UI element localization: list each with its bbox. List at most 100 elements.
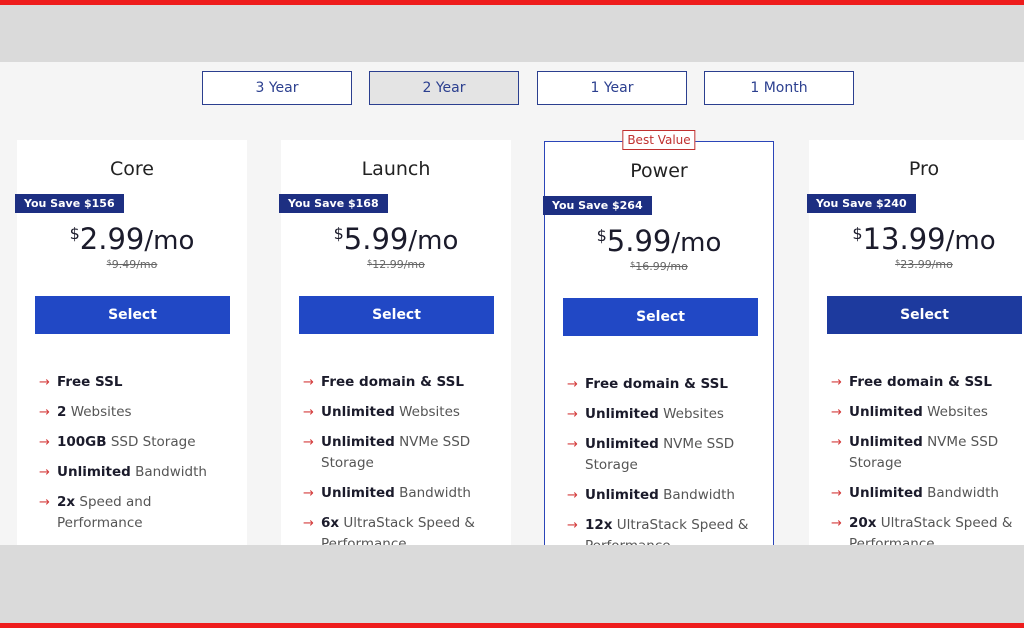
feature-highlight: Unlimited <box>585 436 659 452</box>
feature-highlight: Unlimited <box>849 404 923 420</box>
arrow-right-icon: → <box>303 375 314 390</box>
old-price-value: 16.99/mo <box>635 260 688 273</box>
original-price: $12.99/mo <box>281 258 511 271</box>
feature-highlight: Free domain & SSL <box>585 376 728 392</box>
top-gray-band <box>0 5 1024 62</box>
arrow-right-icon: → <box>831 516 842 531</box>
feature-list: → Free domain & SSL → Unlimited Websites →… <box>831 372 1024 545</box>
arrow-right-icon: → <box>303 486 314 501</box>
plan-name: Power <box>630 160 688 182</box>
feature-item: → Unlimited Bandwidth <box>39 462 235 483</box>
feature-item: → Free domain & SSL <box>303 372 499 393</box>
arrow-right-icon: → <box>831 405 842 420</box>
feature-highlight: Free domain & SSL <box>321 374 464 390</box>
arrow-right-icon: → <box>39 375 50 390</box>
bottom-gray-band <box>0 545 1024 623</box>
feature-highlight: Free SSL <box>57 374 123 390</box>
feature-highlight: 100GB <box>57 434 107 450</box>
feature-text: Websites <box>922 404 988 420</box>
feature-highlight: Unlimited <box>585 487 659 503</box>
arrow-right-icon: → <box>303 516 314 531</box>
select-power-button[interactable]: Select <box>563 298 758 336</box>
savings-badge: You Save $156 <box>15 194 124 213</box>
bottom-frame-bar <box>0 623 1024 628</box>
plan-card-core: Core You Save $156 $2.99/mo $9.49/mo Sel… <box>15 140 247 545</box>
tab-1-month[interactable]: 1 Month <box>704 71 854 105</box>
currency-symbol: $ <box>333 224 344 243</box>
old-price-value: 23.99/mo <box>900 258 953 271</box>
plan-card-power: Best Value Power You Save $264 $5.99/mo … <box>543 130 774 545</box>
feature-highlight: 20x <box>849 515 877 531</box>
feature-item: → Unlimited Websites <box>831 402 1024 423</box>
feature-item: → Unlimited Websites <box>567 404 763 425</box>
price-period: /mo <box>945 226 996 256</box>
feature-highlight: 2 <box>57 404 67 420</box>
currency-symbol: $ <box>852 224 863 243</box>
feature-highlight: Unlimited <box>321 434 395 450</box>
feature-item: → 100GB SSD Storage <box>39 432 235 453</box>
feature-text: Bandwidth <box>922 485 999 501</box>
savings-badge: You Save $240 <box>807 194 916 213</box>
feature-item: → Unlimited NVMe SSD Storage <box>567 434 763 476</box>
plan-name: Pro <box>908 158 940 180</box>
arrow-right-icon: → <box>567 488 578 503</box>
savings-badge: You Save $264 <box>543 196 652 215</box>
feature-list: → Free SSL → 2 Websites → 100GB SSD Storage… <box>39 372 235 543</box>
arrow-right-icon: → <box>303 435 314 450</box>
price-period: /mo <box>144 226 195 256</box>
currency-symbol: $ <box>596 226 607 245</box>
arrow-right-icon: → <box>39 405 50 420</box>
feature-text: UltraStack Speed & Performance <box>321 515 475 545</box>
feature-highlight: Unlimited <box>585 406 659 422</box>
feature-item: → Free domain & SSL <box>831 372 1024 393</box>
feature-item: → 2 Websites <box>39 402 235 423</box>
select-core-button[interactable]: Select <box>35 296 230 334</box>
arrow-right-icon: → <box>567 518 578 533</box>
feature-item: → 6x UltraStack Speed & Performance <box>303 513 499 545</box>
arrow-right-icon: → <box>39 465 50 480</box>
tab-2-year[interactable]: 2 Year <box>369 71 519 105</box>
tab-3-year[interactable]: 3 Year <box>202 71 352 105</box>
feature-highlight: Unlimited <box>849 434 923 450</box>
original-price: $9.49/mo <box>17 258 247 271</box>
plan-price: $13.99/mo <box>809 222 1024 256</box>
feature-item: → Unlimited Bandwidth <box>831 483 1024 504</box>
price-amount: 5.99 <box>606 224 672 258</box>
arrow-right-icon: → <box>567 437 578 452</box>
feature-highlight: Unlimited <box>849 485 923 501</box>
feature-highlight: Unlimited <box>321 485 395 501</box>
arrow-right-icon: → <box>831 486 842 501</box>
select-pro-button[interactable]: Select <box>827 296 1022 334</box>
savings-badge: You Save $168 <box>279 194 388 213</box>
pricing-section: 3 Year 2 Year 1 Year 1 Month Core You Sa… <box>0 62 1024 545</box>
feature-list: → Free domain & SSL → Unlimited Websites →… <box>303 372 499 545</box>
feature-text: Bandwidth <box>658 487 735 503</box>
currency-symbol: $ <box>69 224 80 243</box>
arrow-right-icon: → <box>567 377 578 392</box>
feature-text: Bandwidth <box>130 464 207 480</box>
feature-text: Websites <box>394 404 460 420</box>
select-launch-button[interactable]: Select <box>299 296 494 334</box>
plan-price: $5.99/mo <box>281 222 511 256</box>
price-period: /mo <box>408 226 459 256</box>
price-amount: 5.99 <box>343 222 409 256</box>
plan-price: $5.99/mo <box>545 224 773 258</box>
original-price: $16.99/mo <box>545 260 773 273</box>
feature-highlight: Unlimited <box>57 464 131 480</box>
old-price-value: 12.99/mo <box>372 258 425 271</box>
arrow-right-icon: → <box>831 375 842 390</box>
feature-item: → Unlimited NVMe SSD Storage <box>303 432 499 474</box>
feature-text: SSD Storage <box>106 434 196 450</box>
plan-name: Core <box>110 158 154 180</box>
price-amount: 2.99 <box>79 222 145 256</box>
feature-item: → Unlimited NVMe SSD Storage <box>831 432 1024 474</box>
tab-1-year[interactable]: 1 Year <box>537 71 687 105</box>
feature-item: → 20x UltraStack Speed & Performance <box>831 513 1024 545</box>
plan-name: Launch <box>361 158 431 180</box>
plan-card-pro: Pro You Save $240 $13.99/mo $23.99/mo Se… <box>807 140 1024 545</box>
plan-card-launch: Launch You Save $168 $5.99/mo $12.99/mo … <box>279 140 511 545</box>
arrow-right-icon: → <box>567 407 578 422</box>
arrow-right-icon: → <box>303 405 314 420</box>
feature-highlight: 12x <box>585 517 613 533</box>
original-price: $23.99/mo <box>809 258 1024 271</box>
